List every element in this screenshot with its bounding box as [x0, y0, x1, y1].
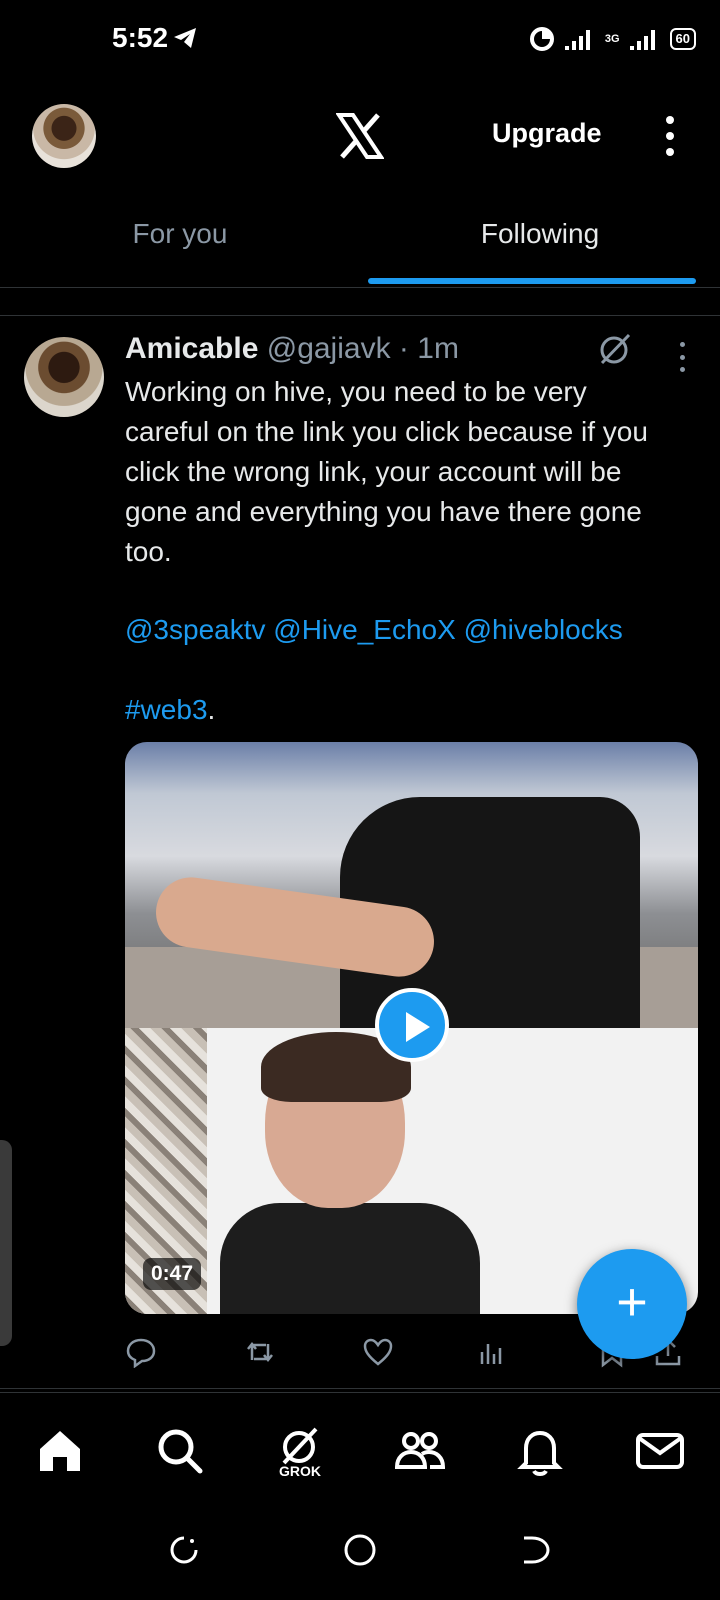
reply-icon[interactable] [125, 1336, 157, 1368]
status-icons: 3G 60 [529, 24, 696, 54]
notifications-icon[interactable] [512, 1423, 568, 1479]
back-icon[interactable] [518, 1532, 554, 1568]
author-avatar[interactable] [24, 337, 104, 417]
tab-active-indicator [368, 278, 696, 284]
search-icon[interactable] [152, 1423, 208, 1479]
video-frame-top [125, 742, 698, 1028]
data-saver-icon [529, 27, 554, 51]
bottom-navigation: GROK [0, 1392, 720, 1511]
retweet-icon[interactable] [244, 1336, 276, 1368]
tweet-header: Amicable @gajiavk · 1m [125, 332, 459, 366]
mention-link[interactable]: @3speaktv [125, 614, 266, 645]
person-body-shape [220, 1203, 480, 1314]
battery-icon: 60 [669, 28, 696, 50]
mention-link[interactable]: @Hive_EchoX [273, 614, 456, 645]
tab-divider [0, 287, 720, 288]
network-type: 3G [604, 33, 620, 45]
communities-icon[interactable] [392, 1423, 448, 1479]
mention-link[interactable]: @hiveblocks [464, 614, 623, 645]
edge-panel-handle[interactable] [0, 1140, 12, 1346]
dot [666, 116, 674, 124]
hashtag-link[interactable]: #web3 [125, 694, 208, 725]
compose-plus-icon: + [616, 1272, 648, 1332]
dot [666, 132, 674, 140]
dot [679, 354, 685, 360]
profile-avatar[interactable] [32, 104, 96, 168]
telegram-icon [174, 28, 196, 48]
signal-icon [564, 30, 590, 50]
play-button[interactable] [375, 988, 449, 1062]
grok-label: GROK [279, 1463, 321, 1479]
dot [679, 367, 685, 372]
video-duration: 0:47 [143, 1258, 202, 1290]
grok-icon[interactable] [598, 332, 632, 366]
compose-button[interactable]: + [577, 1249, 687, 1359]
home-circle-icon[interactable] [342, 1532, 378, 1568]
tweet-more-icon[interactable] [678, 342, 686, 372]
author-handle[interactable]: @gajiavk [267, 332, 391, 365]
like-icon[interactable] [362, 1336, 394, 1368]
status-time: 5:52 [112, 22, 169, 53]
author-name[interactable]: Amicable [125, 332, 258, 365]
home-icon[interactable] [32, 1423, 88, 1479]
recents-icon[interactable] [166, 1532, 202, 1568]
video-media[interactable]: 0:47 [125, 742, 698, 1314]
tweet-divider [0, 1388, 720, 1389]
hashtag-line: #web3. [125, 690, 215, 730]
more-vertical-icon[interactable] [664, 116, 676, 156]
x-logo-icon[interactable] [336, 112, 384, 160]
signal-3g-icon [629, 30, 655, 50]
previous-tweet-divider [0, 315, 720, 316]
upgrade-button[interactable]: Upgrade [492, 118, 602, 149]
tweet-time: 1m [417, 332, 459, 365]
views-icon[interactable] [476, 1336, 508, 1368]
tweet-text: Working on hive, you need to be very car… [125, 376, 648, 567]
status-bar: 5:52 3G 60 [0, 0, 720, 80]
header-separator: · [398, 332, 409, 365]
tab-for-you[interactable]: For you [0, 218, 360, 250]
hashtag-suffix: . [207, 694, 216, 725]
messages-icon[interactable] [632, 1423, 688, 1479]
tab-following[interactable]: Following [360, 218, 720, 250]
tweet-mentions: @3speaktv @Hive_EchoX @hiveblocks [125, 610, 623, 650]
dot [679, 342, 685, 347]
dot [666, 148, 674, 156]
